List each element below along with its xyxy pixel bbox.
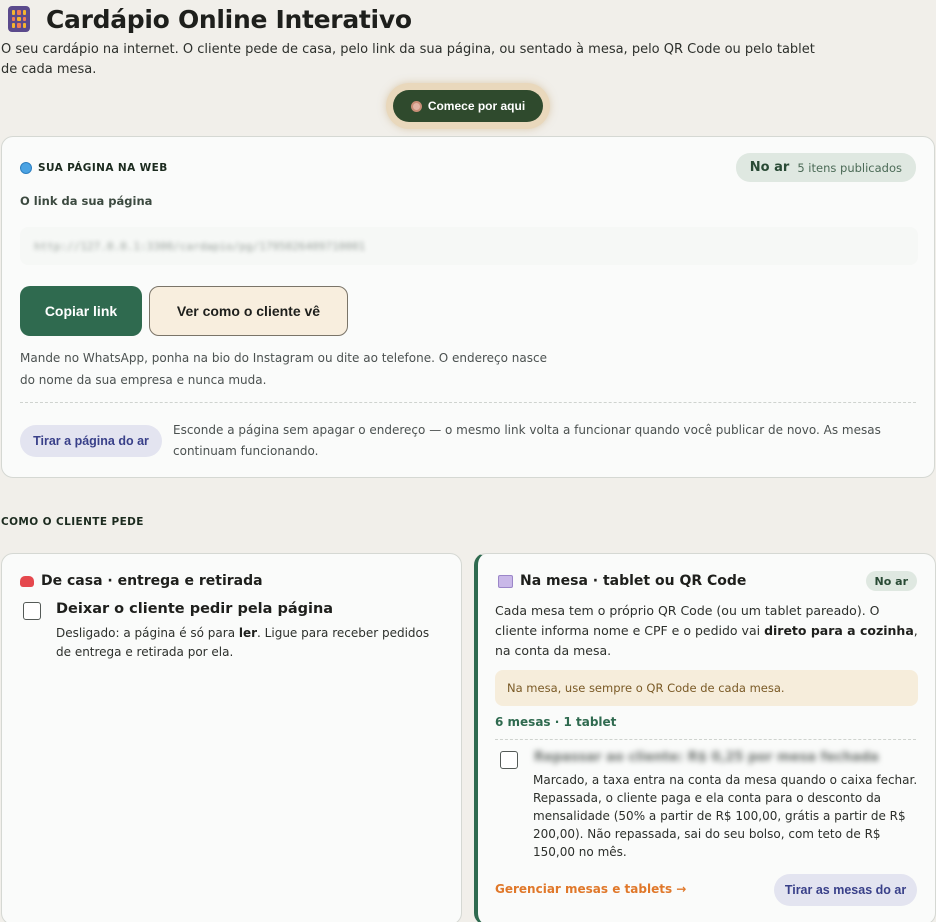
start-button-glow: Comece por aqui bbox=[386, 83, 550, 129]
view-as-client-button[interactable]: Ver como o cliente vê bbox=[149, 286, 348, 336]
disable-tables-button[interactable]: Tirar as mesas do ar bbox=[774, 874, 917, 906]
compass-icon bbox=[410, 100, 422, 112]
home-order-card: De casa · entrega e retirada Deixar o cl… bbox=[1, 553, 462, 922]
unpublish-page-button[interactable]: Tirar a página do ar bbox=[20, 425, 162, 457]
pass-fee-label[interactable]: Repassar ao cliente: R$ 0,25 por mesa fe… bbox=[534, 750, 879, 765]
divider bbox=[495, 739, 916, 740]
scooter-icon bbox=[20, 575, 34, 587]
divider bbox=[20, 402, 916, 403]
table-order-title: Na mesa · tablet ou QR Code bbox=[498, 573, 746, 589]
page-link-field[interactable]: http://127.0.0.1:3300/cardapio/pg/179502… bbox=[20, 227, 918, 265]
pass-fee-checkbox[interactable] bbox=[500, 751, 518, 769]
qr-code-note: Na mesa, use sempre o QR Code de cada me… bbox=[495, 670, 918, 706]
status-label: No ar bbox=[749, 160, 790, 175]
table-order-desc: Cada mesa tem o próprio QR Code (ou um t… bbox=[495, 603, 918, 658]
page-header: Cardápio Online Interativo O seu cardápi… bbox=[0, 0, 936, 80]
pass-fee-desc: Marcado, a taxa entra na conta da mesa q… bbox=[533, 773, 918, 859]
home-order-title-label: De casa · entrega e retirada bbox=[41, 573, 263, 589]
home-order-title: De casa · entrega e retirada bbox=[20, 573, 263, 589]
web-page-section-label: SUA PÁGINA NA WEB bbox=[38, 162, 168, 174]
link-help-text: Mande no WhatsApp, ponha na bio do Insta… bbox=[20, 351, 547, 387]
published-count: 5 itens publicados bbox=[797, 160, 902, 175]
page-subtitle: O seu cardápio na internet. O cliente pe… bbox=[1, 42, 815, 77]
table-order-title-label: Na mesa · tablet ou QR Code bbox=[520, 573, 747, 589]
web-page-card: SUA PÁGINA NA WEB No ar 5 itens publicad… bbox=[1, 136, 935, 478]
title-row: Cardápio Online Interativo bbox=[0, 1, 936, 37]
globe-icon bbox=[20, 162, 32, 174]
link-label: O link da sua página bbox=[20, 194, 153, 208]
start-here-label: Comece por aqui bbox=[427, 99, 526, 113]
tables-count: 6 mesas · 1 tablet bbox=[495, 715, 617, 729]
unpublish-help-text: Esconde a página sem apagar o endereço —… bbox=[173, 423, 881, 458]
copy-link-button[interactable]: Copiar link bbox=[20, 286, 142, 336]
start-here-button[interactable]: Comece por aqui bbox=[393, 90, 543, 122]
allow-page-orders-checkbox[interactable] bbox=[23, 602, 41, 620]
page-link-value: http://127.0.0.1:3300/cardapio/pg/179502… bbox=[34, 239, 366, 253]
page-title: Cardápio Online Interativo bbox=[46, 4, 412, 34]
web-page-section-head: SUA PÁGINA NA WEB bbox=[20, 162, 168, 174]
table-status-badge: No ar bbox=[865, 571, 917, 591]
plate-icon bbox=[498, 574, 513, 588]
allow-page-orders-label[interactable]: Deixar o cliente pedir pela página bbox=[56, 601, 333, 617]
manage-tables-link[interactable]: Gerenciar mesas e tablets → bbox=[495, 882, 686, 896]
calculator-grid-icon bbox=[8, 6, 30, 32]
order-modes-heading: COMO O CLIENTE PEDE bbox=[1, 516, 144, 528]
status-badge: No ar 5 itens publicados bbox=[735, 153, 916, 182]
table-order-card: Na mesa · tablet ou QR Code No ar Cada m… bbox=[474, 553, 936, 922]
allow-page-orders-desc: Desligado: a página é só para ler. Ligue… bbox=[56, 626, 430, 659]
